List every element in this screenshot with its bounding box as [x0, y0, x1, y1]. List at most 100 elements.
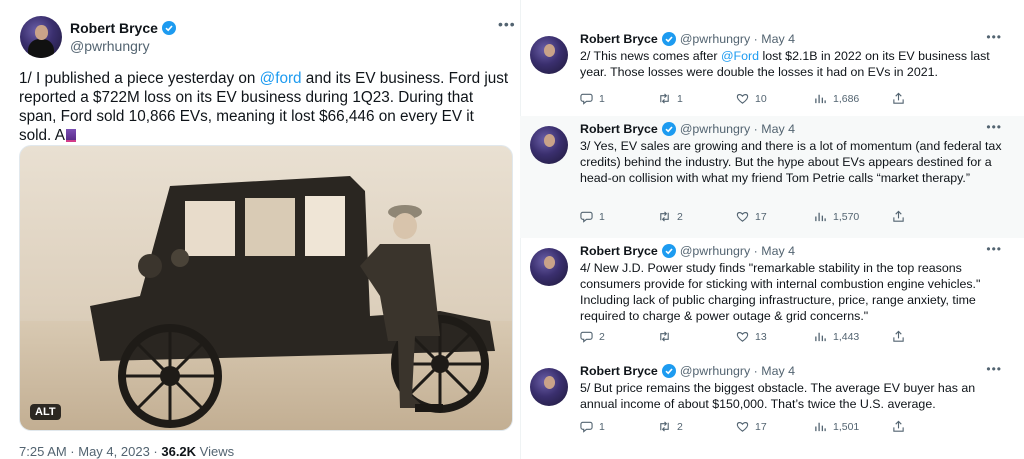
- author-avatar[interactable]: [530, 126, 568, 164]
- verified-badge-icon: [661, 244, 676, 258]
- reply-header: Robert Bryce @pwrhungry · May 4: [580, 244, 795, 258]
- views-count: 1,686: [833, 92, 860, 105]
- like-icon: [736, 332, 749, 342]
- verified-badge-icon: [161, 21, 176, 35]
- like-count: 17: [755, 420, 767, 433]
- author-name[interactable]: Robert Bryce: [580, 244, 658, 258]
- reply-icon: [580, 331, 593, 343]
- like-button[interactable]: 17: [736, 420, 814, 433]
- action-bar: 2 13 1,443: [580, 330, 970, 343]
- views-button[interactable]: 1,443: [814, 330, 892, 343]
- main-tweet: Robert Bryce @pwrhungry ••• 1/ I publish…: [0, 0, 520, 459]
- author-name-row[interactable]: Robert Bryce: [70, 20, 176, 36]
- views-icon: [815, 422, 826, 432]
- more-horizontal-icon[interactable]: •••: [986, 242, 1002, 256]
- reply-text: 4/ New J.D. Power study finds "remarkabl…: [580, 261, 981, 323]
- reply-text: 3/ Yes, EV sales are growing and there i…: [580, 139, 1002, 185]
- retweet-icon: [660, 93, 669, 104]
- views-count: 1,501: [833, 420, 860, 433]
- author-name[interactable]: Robert Bryce: [580, 364, 658, 378]
- more-horizontal-icon[interactable]: •••: [986, 120, 1002, 134]
- views-icon: [815, 332, 826, 342]
- author-handle[interactable]: @pwrhungry: [70, 38, 150, 54]
- like-button[interactable]: 13: [736, 330, 814, 343]
- verified-badge-icon: [661, 364, 676, 378]
- like-button[interactable]: 17: [736, 210, 814, 223]
- views-button[interactable]: 1,501: [814, 420, 892, 433]
- reply-tweet[interactable]: Robert Bryce @pwrhungry · May 4 ••• 2/ T…: [520, 26, 1024, 120]
- share-button[interactable]: [892, 420, 970, 433]
- like-icon: [736, 422, 749, 432]
- mention-link[interactable]: @Ford: [721, 49, 759, 63]
- share-icon: [893, 210, 904, 222]
- tweet-text: 1/ I published a piece yesterday on @for…: [19, 69, 509, 145]
- share-icon: [893, 330, 904, 342]
- verified-badge-icon: [661, 122, 676, 136]
- retweet-button[interactable]: 1: [658, 92, 736, 105]
- retweet-count: 2: [677, 210, 683, 223]
- reply-button[interactable]: 1: [580, 210, 658, 223]
- author-avatar[interactable]: [530, 248, 568, 286]
- author-name[interactable]: Robert Bryce: [70, 20, 158, 36]
- reply-count: 1: [599, 420, 605, 433]
- more-horizontal-icon[interactable]: •••: [986, 30, 1002, 44]
- views-icon: [815, 94, 826, 104]
- views-button[interactable]: 1,570: [814, 210, 892, 223]
- reply-tweet[interactable]: Robert Bryce @pwrhungry · May 4 ••• 3/ Y…: [520, 116, 1024, 238]
- reply-header: Robert Bryce @pwrhungry · May 4: [580, 364, 795, 378]
- author-handle-date[interactable]: @pwrhungry · May 4: [680, 122, 795, 136]
- reply-button[interactable]: 2: [580, 330, 658, 343]
- tweet-text-part: 1/ I published a piece yesterday on: [19, 70, 260, 87]
- more-horizontal-icon[interactable]: •••: [498, 16, 516, 32]
- author-handle-date[interactable]: @pwrhungry · May 4: [680, 32, 795, 46]
- retweet-icon: [660, 211, 669, 222]
- retweet-count: 1: [677, 92, 683, 105]
- action-bar: 1 2 17 1,570: [580, 210, 970, 223]
- reply-button[interactable]: 1: [580, 92, 658, 105]
- action-bar: 1 1 10 1,686: [580, 92, 970, 105]
- author-name[interactable]: Robert Bryce: [580, 32, 658, 46]
- mention-link[interactable]: @ford: [260, 70, 302, 87]
- retweet-button[interactable]: 2: [658, 420, 736, 433]
- share-button[interactable]: [892, 330, 970, 343]
- reply-text-part: 2/ This news comes after: [580, 49, 721, 63]
- author-avatar[interactable]: [530, 368, 568, 406]
- author-handle-date[interactable]: @pwrhungry · May 4: [680, 364, 795, 378]
- like-icon: [736, 94, 749, 104]
- like-button[interactable]: 10: [736, 92, 814, 105]
- reply-button[interactable]: 1: [580, 420, 658, 433]
- reply-count: 1: [599, 210, 605, 223]
- reply-icon: [580, 421, 593, 433]
- tweet-photo[interactable]: ALT: [19, 145, 513, 431]
- retweet-button[interactable]: [658, 330, 736, 343]
- views-button[interactable]: 1,686: [814, 92, 892, 105]
- share-button[interactable]: [892, 210, 970, 223]
- like-count: 17: [755, 210, 767, 223]
- author-avatar[interactable]: [530, 36, 568, 74]
- author-name[interactable]: Robert Bryce: [580, 122, 658, 136]
- reply-count: 1: [599, 92, 605, 105]
- share-icon: [893, 92, 904, 104]
- share-button[interactable]: [892, 92, 970, 105]
- reply-icon: [580, 211, 593, 223]
- reply-tweet[interactable]: Robert Bryce @pwrhungry · May 4 ••• 4/ N…: [520, 238, 1024, 358]
- author-handle-date[interactable]: @pwrhungry · May 4: [680, 244, 795, 258]
- author-avatar[interactable]: [20, 16, 62, 58]
- reply-header: Robert Bryce @pwrhungry · May 4: [580, 32, 795, 46]
- reply-icon: [580, 93, 593, 105]
- alt-text-badge[interactable]: ALT: [30, 404, 61, 420]
- retweet-icon: [660, 421, 669, 432]
- share-icon: [893, 420, 904, 432]
- retweet-count: 2: [677, 420, 683, 433]
- verified-badge-icon: [661, 32, 676, 46]
- reply-tweet[interactable]: Robert Bryce @pwrhungry · May 4 ••• 5/ B…: [520, 358, 1024, 459]
- action-bar: 1 2 17 1,501: [580, 420, 970, 433]
- retweet-button[interactable]: 2: [658, 210, 736, 223]
- tweet-meta: 7:25 AM · May 4, 2023 · 36.2K Views: [19, 444, 234, 459]
- like-count: 13: [755, 330, 767, 343]
- views-count: 36.2K: [161, 444, 197, 459]
- reply-text: 5/ But price remains the biggest obstacl…: [580, 381, 976, 411]
- timestamp[interactable]: 7:25 AM · May 4, 2023 ·: [19, 444, 161, 459]
- more-horizontal-icon[interactable]: •••: [986, 362, 1002, 376]
- like-count: 10: [755, 92, 767, 105]
